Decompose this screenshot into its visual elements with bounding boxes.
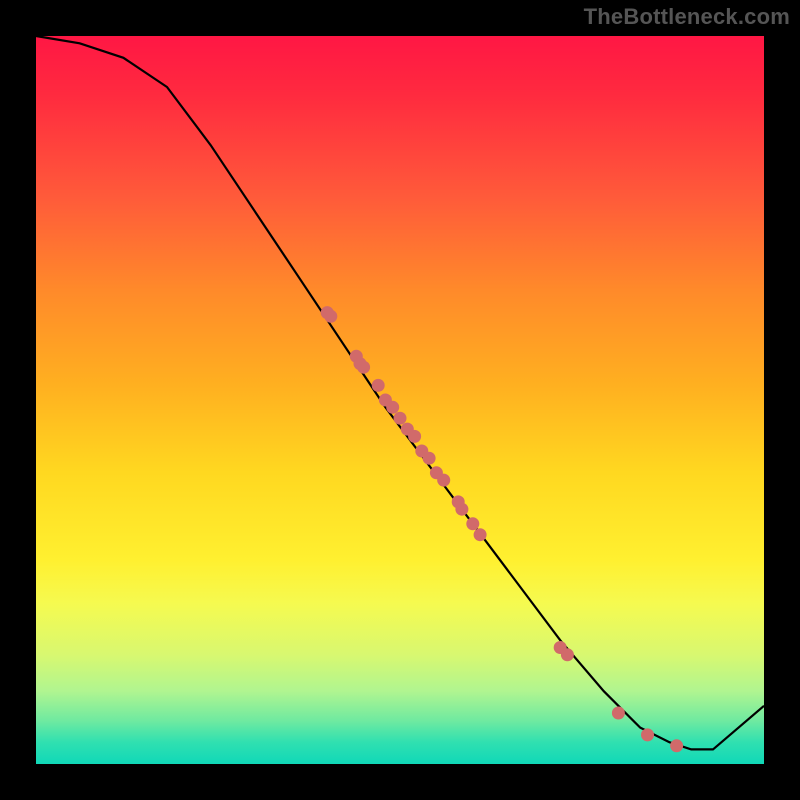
data-point [437, 474, 450, 487]
chart-root: TheBottleneck.com [0, 0, 800, 800]
data-point [394, 412, 407, 425]
data-point [474, 528, 487, 541]
scatter-layer [321, 306, 683, 752]
data-point [372, 379, 385, 392]
data-point [641, 728, 654, 741]
plot-area [36, 36, 764, 764]
data-point [357, 361, 370, 374]
data-point [561, 648, 574, 661]
data-point [466, 517, 479, 530]
bottleneck-curve [36, 36, 764, 749]
data-point [408, 430, 421, 443]
data-point [612, 707, 625, 720]
data-point [423, 452, 436, 465]
chart-svg [36, 36, 764, 764]
watermark-text: TheBottleneck.com [584, 4, 790, 30]
data-point [386, 401, 399, 414]
data-point [455, 503, 468, 516]
data-point [324, 310, 337, 323]
data-point [670, 739, 683, 752]
